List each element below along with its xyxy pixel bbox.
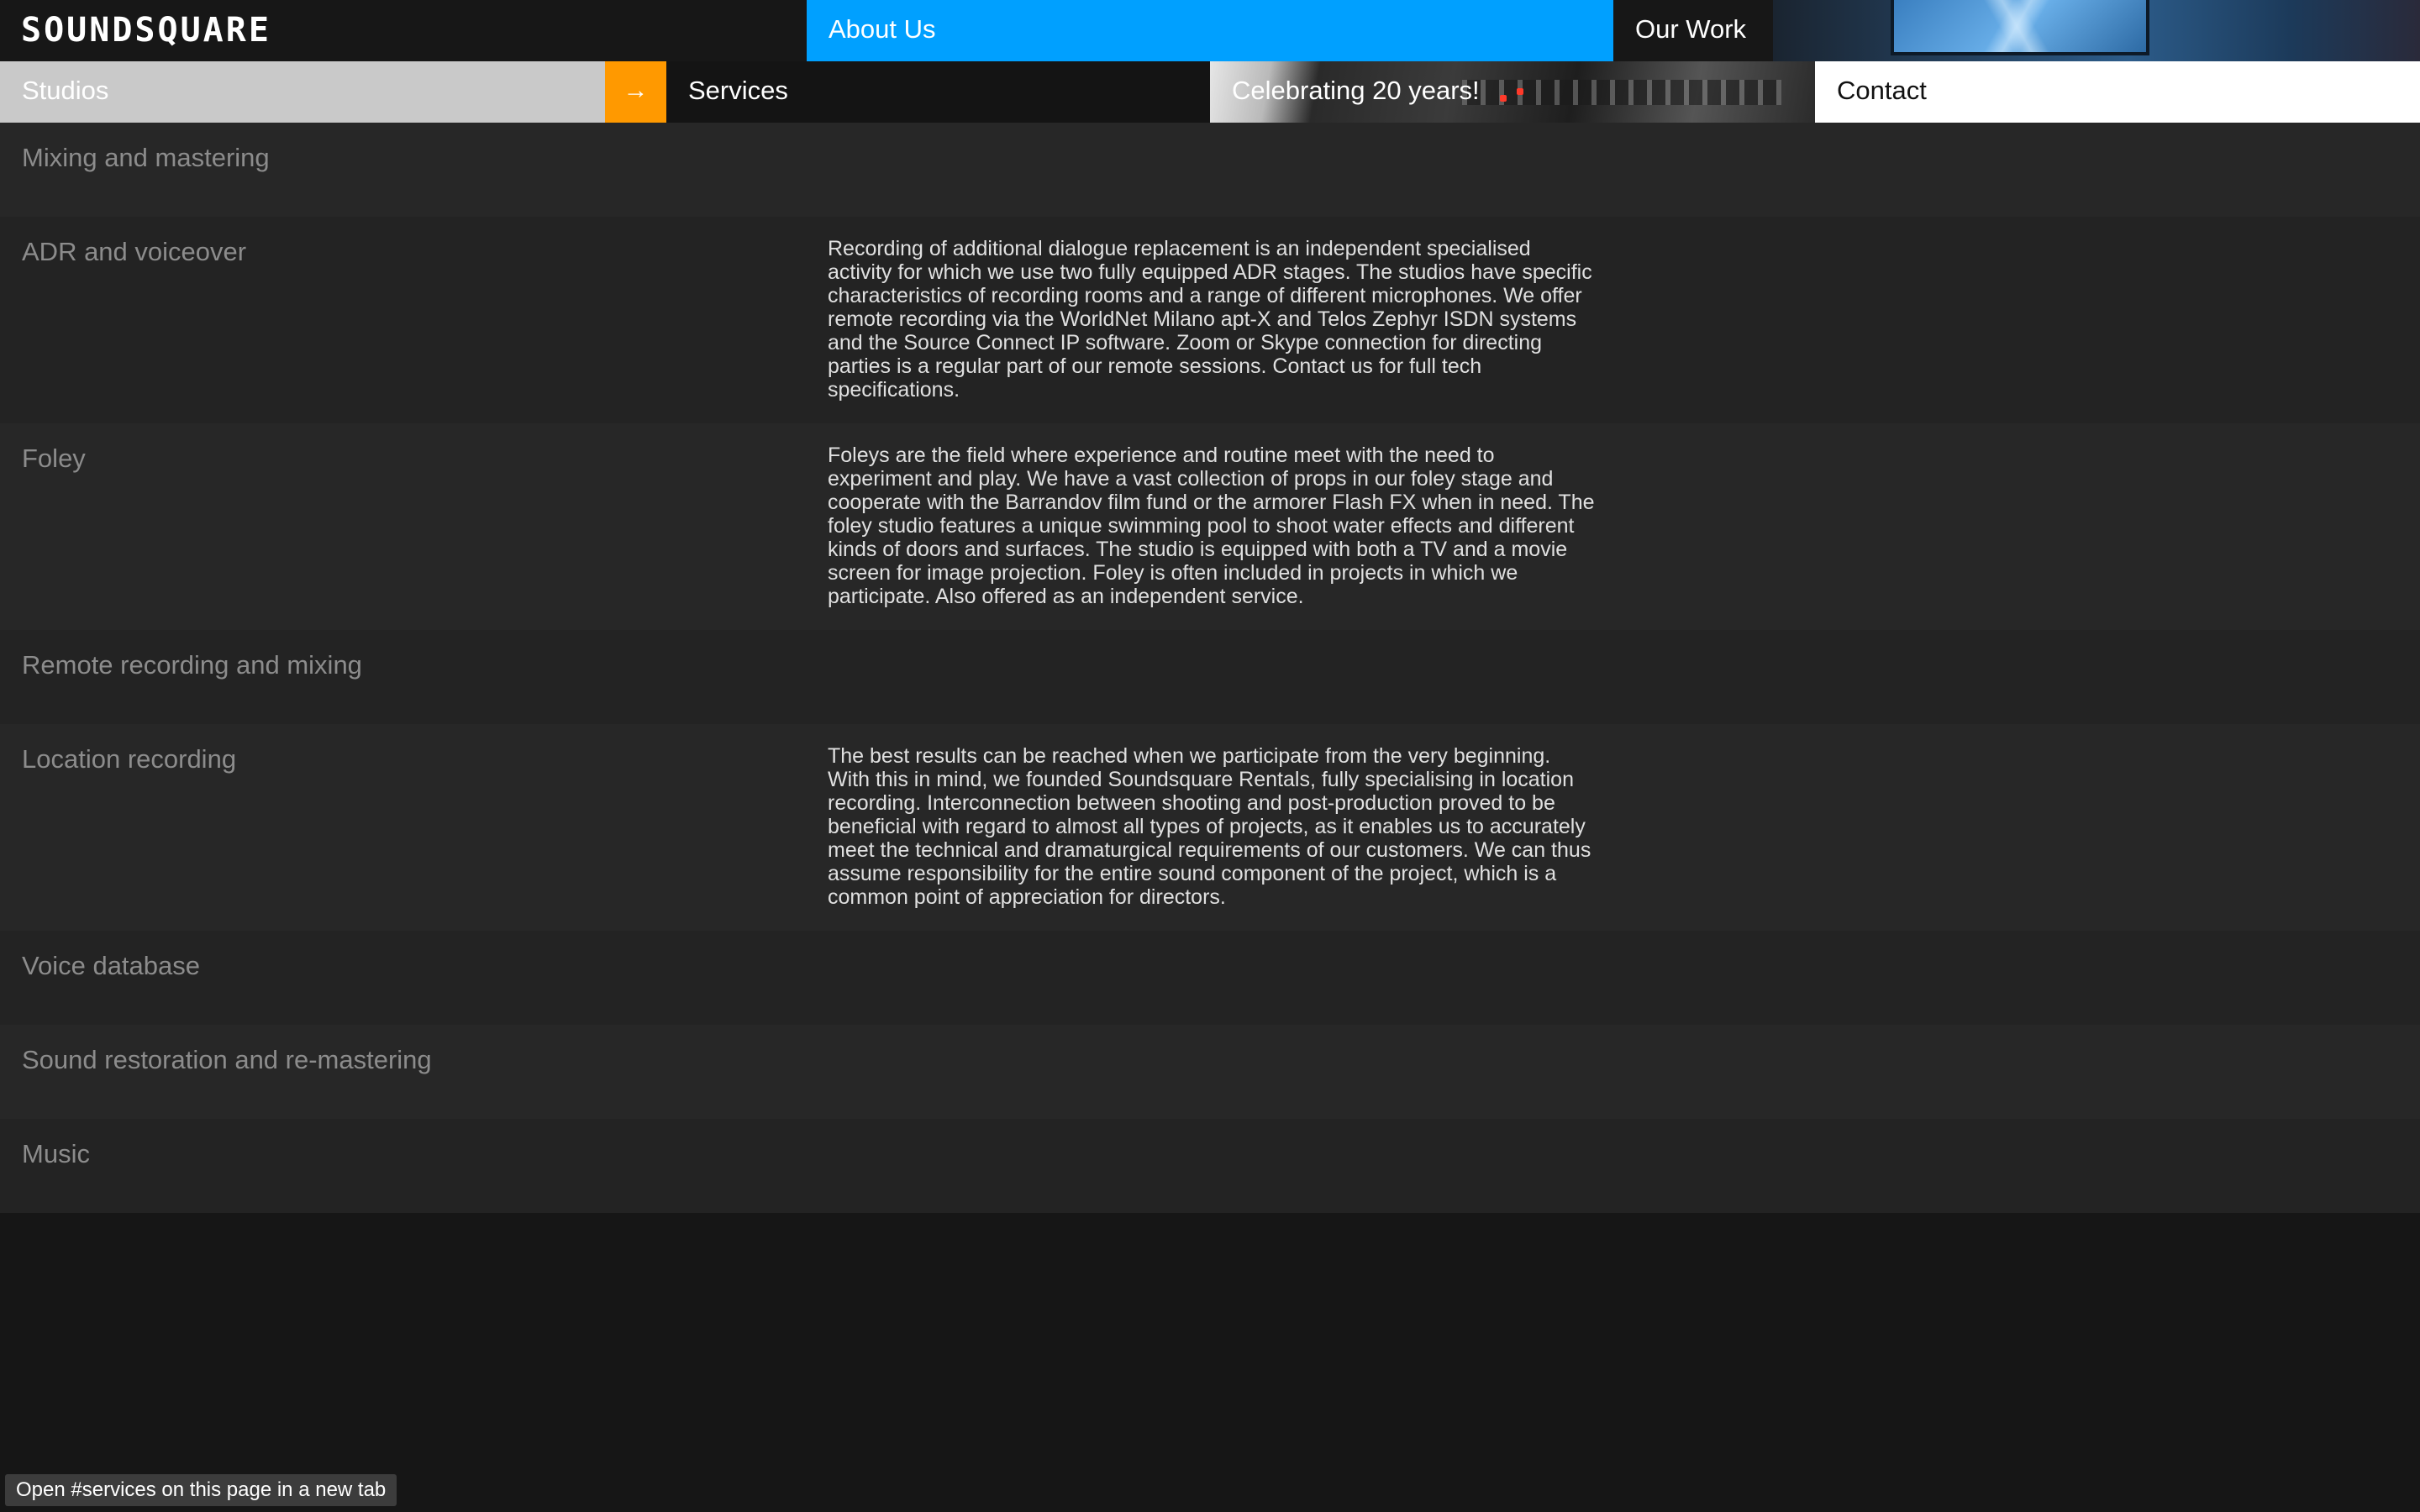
service-item-remote-recording-and-mixing[interactable]: Remote recording and mixing xyxy=(0,630,2420,724)
service-title[interactable]: ADR and voiceover xyxy=(22,237,246,267)
service-item-voice-database[interactable]: Voice database xyxy=(0,931,2420,1025)
nav-our-work-label: Our Work xyxy=(1635,14,1747,44)
nav-celebrating-20-years[interactable]: Celebrating 20 years! xyxy=(1210,61,1815,123)
service-title[interactable]: Voice database xyxy=(22,951,200,981)
soundsquare-logo[interactable]: SOUNDSQUARE xyxy=(21,13,271,48)
service-item-foley[interactable]: Foley Foleys are the field where experie… xyxy=(0,423,2420,630)
secondary-navigation-bar: Studios → Services Celebrating 20 years!… xyxy=(0,61,2420,123)
nav-celebrating-label: Celebrating 20 years! xyxy=(1232,76,1480,105)
nav-services[interactable]: Services xyxy=(666,61,1210,123)
service-title[interactable]: Sound restoration and re-mastering xyxy=(22,1045,432,1075)
service-description: The best results can be reached when we … xyxy=(828,744,1591,909)
service-item-sound-restoration[interactable]: Sound restoration and re-mastering xyxy=(0,1025,2420,1119)
console-led xyxy=(1500,95,1507,102)
nav-studios[interactable]: Studios xyxy=(0,61,605,123)
service-title[interactable]: Music xyxy=(22,1139,90,1169)
nav-about-us[interactable]: About Us xyxy=(807,0,1613,61)
top-navigation-bar: SOUNDSQUARE About Us Our Work xyxy=(0,0,2420,61)
nav-contact[interactable]: Contact xyxy=(1815,61,2420,123)
mixing-console-image xyxy=(1462,80,1781,105)
our-work-thumbnail-image xyxy=(1773,0,2420,61)
link-status-tooltip: Open #services on this page in a new tab xyxy=(5,1474,397,1506)
service-item-mixing-and-mastering[interactable]: Mixing and mastering xyxy=(0,123,2420,217)
service-description: Recording of additional dialogue replace… xyxy=(828,237,1592,402)
services-list: Mixing and mastering ADR and voiceover R… xyxy=(0,123,2420,1213)
service-title[interactable]: Remote recording and mixing xyxy=(22,650,362,680)
console-led xyxy=(1517,88,1523,95)
service-item-location-recording[interactable]: Location recording The best results can … xyxy=(0,724,2420,931)
service-item-adr-and-voiceover[interactable]: ADR and voiceover Recording of additiona… xyxy=(0,217,2420,423)
arrow-right-icon[interactable]: → xyxy=(605,61,666,123)
nav-our-work[interactable]: Our Work xyxy=(1613,0,2420,61)
service-title[interactable]: Foley xyxy=(22,444,86,474)
service-title[interactable]: Location recording xyxy=(22,744,236,774)
service-title[interactable]: Mixing and mastering xyxy=(22,143,270,173)
service-item-music[interactable]: Music xyxy=(0,1119,2420,1213)
service-description: Foleys are the field where experience an… xyxy=(828,444,1595,608)
